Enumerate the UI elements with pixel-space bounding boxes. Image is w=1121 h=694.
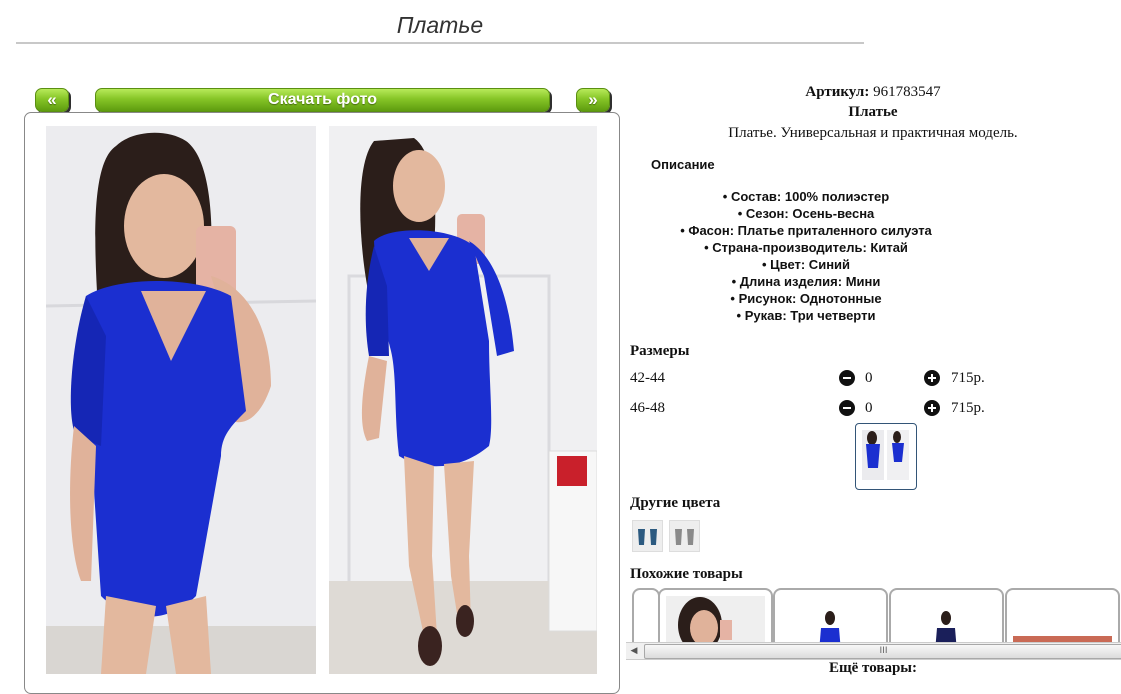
- minus-icon[interactable]: [839, 400, 855, 416]
- property-item: Цвет: Синий: [626, 256, 986, 273]
- size-price: 715р.: [951, 370, 985, 386]
- article-number: 961783547: [873, 84, 941, 100]
- other-colors-heading: Другие цвета: [630, 495, 721, 511]
- property-item: Сезон: Осень-весна: [626, 205, 986, 222]
- product-photo-front[interactable]: [46, 126, 316, 674]
- minus-icon[interactable]: [839, 370, 855, 386]
- color-variant-thumbnail[interactable]: [669, 520, 700, 552]
- sizes-heading: Размеры: [630, 343, 690, 359]
- property-item: Длина изделия: Мини: [626, 273, 986, 290]
- prev-photo-button[interactable]: «: [35, 88, 69, 112]
- size-label: 42-44: [630, 370, 665, 386]
- size-quantity: 0: [865, 370, 873, 386]
- property-item: Рисунок: Однотонные: [626, 290, 986, 307]
- product-photo-full[interactable]: [329, 126, 597, 674]
- article-label: Артикул:: [805, 84, 870, 100]
- download-photo-button[interactable]: Скачать фото: [95, 88, 550, 112]
- color-variant-image: [670, 521, 699, 551]
- description-properties: Состав: 100% полиэстер Сезон: Осень-весн…: [626, 188, 986, 324]
- plus-icon[interactable]: [924, 370, 940, 386]
- photo-full-illustration: [329, 126, 597, 674]
- photo-front-illustration: [46, 126, 316, 674]
- property-item: Состав: 100% полиэстер: [626, 188, 986, 205]
- product-name: Платье: [848, 104, 898, 120]
- size-quantity: 0: [865, 400, 873, 416]
- selected-photo-thumbnail[interactable]: [855, 423, 917, 490]
- scrollbar-thumb[interactable]: III: [644, 644, 1121, 659]
- scroll-left-arrow-icon[interactable]: ◀: [626, 643, 642, 659]
- property-item: Страна-производитель: Китай: [626, 239, 986, 256]
- property-item: Рукав: Три четверти: [626, 307, 986, 324]
- color-variant-thumbnail[interactable]: [632, 520, 663, 552]
- size-row: 46-48 0 715р.: [630, 398, 1050, 420]
- title-divider: [16, 42, 864, 44]
- similar-products-heading: Похожие товары: [630, 566, 743, 582]
- property-item: Фасон: Платье приталенного силуэта: [626, 222, 986, 239]
- size-row: 42-44 0 715р.: [630, 368, 1050, 390]
- more-products-heading: Ещё товары:: [828, 660, 918, 676]
- size-label: 46-48: [630, 400, 665, 416]
- thumbnail-image: [862, 430, 909, 480]
- product-short-description: Платье. Универсальная и практичная модел…: [728, 125, 1018, 141]
- color-variant-image: [633, 521, 662, 551]
- next-photo-button[interactable]: »: [576, 88, 610, 112]
- carousel-scrollbar[interactable]: ◀ III: [626, 642, 1121, 660]
- size-price: 715р.: [951, 400, 985, 416]
- plus-icon[interactable]: [924, 400, 940, 416]
- description-heading: Описание: [651, 157, 715, 172]
- page-title: Платье: [396, 12, 484, 38]
- article-line: Артикул: 961783547: [626, 84, 1120, 101]
